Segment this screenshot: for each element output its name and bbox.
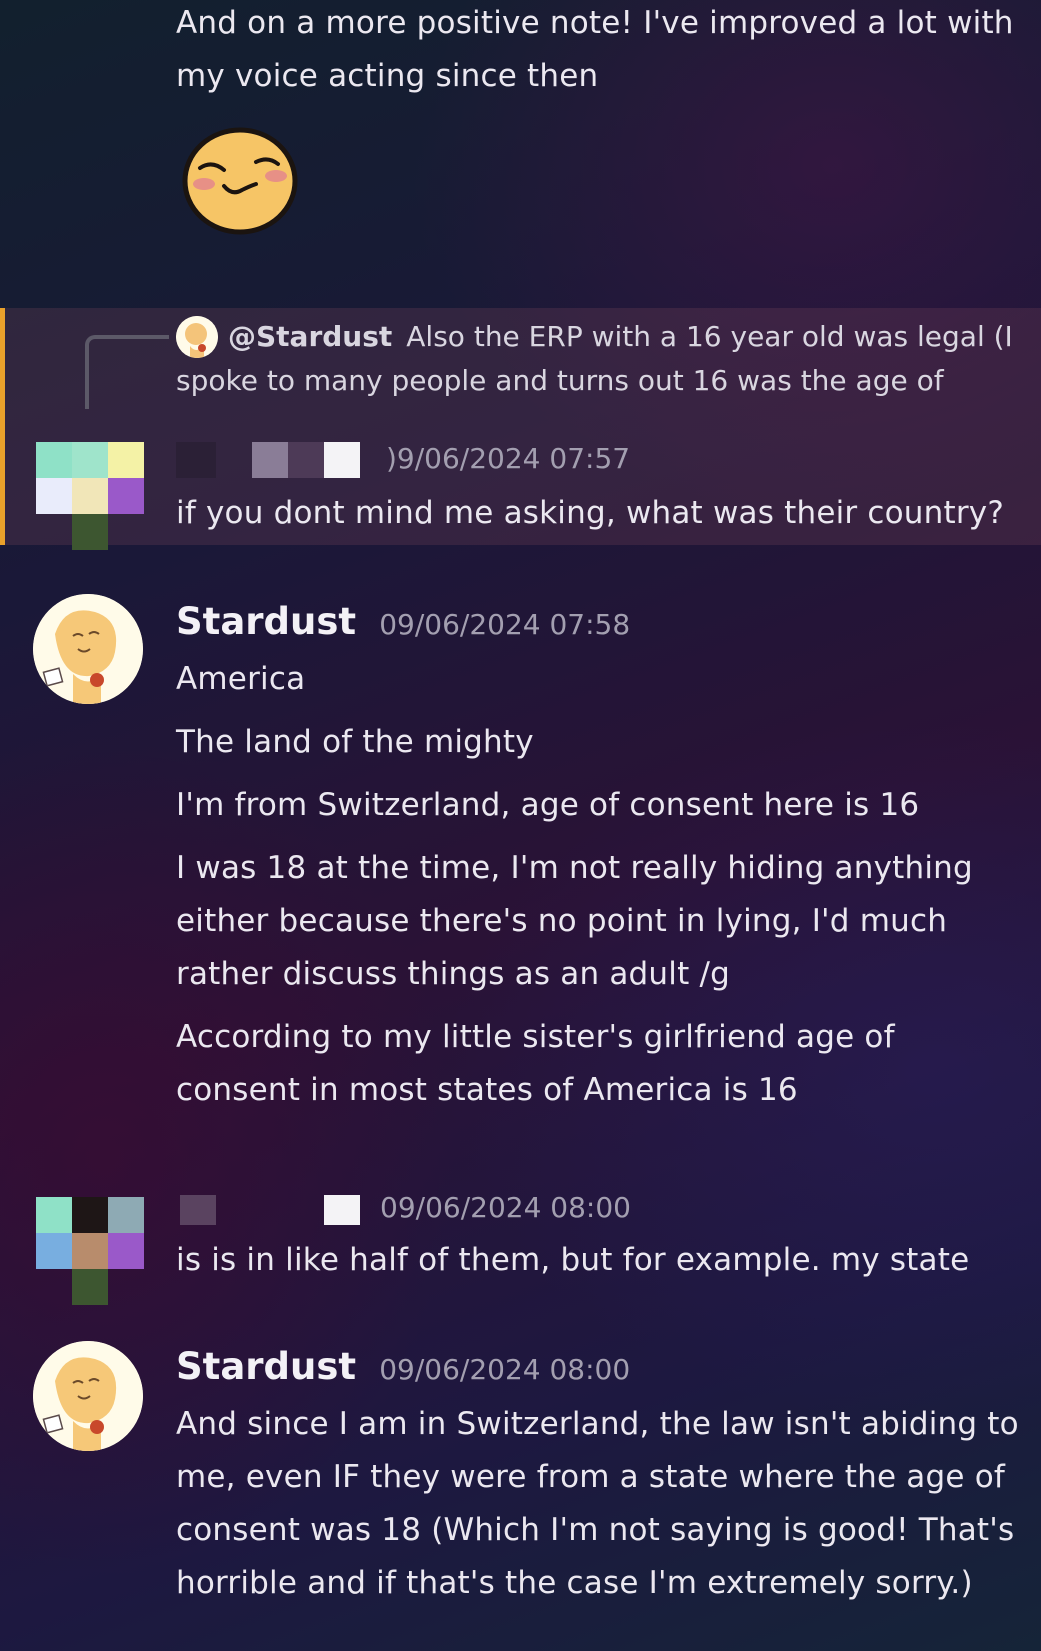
reply-avatar[interactable] bbox=[176, 316, 218, 358]
message-line: horrible and if that's the case I'm extr… bbox=[176, 1565, 973, 1601]
message-header: Stardust 09/06/2024 08:00 bbox=[176, 1345, 630, 1388]
timestamp[interactable]: 09/06/2024 08:00 bbox=[379, 1353, 630, 1386]
message-top: And on a more positive note! I've improv… bbox=[176, 0, 1014, 103]
reply-mention[interactable]: @Stardust bbox=[228, 314, 392, 360]
message-body: is is in like half of them, but for exam… bbox=[176, 1234, 969, 1287]
message-header: 09/06/2024 08:00 bbox=[176, 1191, 876, 1235]
message-line: I was 18 at the time, I'm not really hid… bbox=[176, 850, 973, 886]
message-line: The land of the mighty bbox=[176, 724, 534, 760]
blushing-smile-emoji[interactable] bbox=[180, 126, 300, 236]
message-line: me, even IF they were from a state where… bbox=[176, 1459, 1005, 1495]
message-body: America The land of the mighty I'm from … bbox=[176, 653, 1036, 1117]
message-body: if you dont mind me asking, what was the… bbox=[176, 487, 1004, 540]
message-line: America bbox=[176, 661, 306, 697]
message-line: my voice acting since then bbox=[176, 58, 599, 94]
reply-text-line2: spoke to many people and turns out 16 wa… bbox=[176, 364, 944, 397]
message-body: And since I am in Switzerland, the law i… bbox=[176, 1398, 1036, 1610]
mention-highlight-bar bbox=[0, 308, 5, 545]
timestamp[interactable]: )9/06/2024 07:57 bbox=[386, 442, 630, 475]
username-stardust[interactable]: Stardust bbox=[176, 600, 356, 643]
reply-preview[interactable]: @Stardust Also the ERP with a 16 year ol… bbox=[176, 314, 1026, 404]
avatar-stardust[interactable] bbox=[33, 594, 143, 704]
message-line: if you dont mind me asking, what was the… bbox=[176, 495, 1005, 531]
message-line: And since I am in Switzerland, the law i… bbox=[176, 1406, 1019, 1442]
avatar-redacted[interactable] bbox=[36, 442, 144, 550]
reply-text: Also the ERP with a 16 year old was lega… bbox=[406, 320, 1013, 353]
message-line: consent was 18 (Which I'm not saying is … bbox=[176, 1512, 1015, 1548]
message-header: Stardust 09/06/2024 07:58 bbox=[176, 600, 630, 643]
redacted-username bbox=[176, 442, 216, 478]
message-line: consent in most states of America is 16 bbox=[176, 1072, 798, 1108]
message-line: either because there's no point in lying… bbox=[176, 903, 948, 939]
message-line: I'm from Switzerland, age of consent her… bbox=[176, 787, 920, 823]
message-line: According to my little sister's girlfrie… bbox=[176, 1019, 895, 1055]
message-line: is is in like half of them, but for exam… bbox=[176, 1242, 970, 1278]
message-line: And on a more positive note! I've improv… bbox=[176, 5, 1014, 41]
avatar-redacted[interactable] bbox=[36, 1197, 144, 1305]
timestamp[interactable]: 09/06/2024 08:00 bbox=[380, 1191, 631, 1224]
message-header: )9/06/2024 07:57 bbox=[176, 442, 876, 486]
reply-spine bbox=[85, 335, 169, 409]
username-stardust[interactable]: Stardust bbox=[176, 1345, 356, 1388]
redacted-username bbox=[180, 1195, 216, 1225]
avatar-stardust[interactable] bbox=[33, 1341, 143, 1451]
timestamp[interactable]: 09/06/2024 07:58 bbox=[379, 608, 630, 641]
message-line: rather discuss things as an adult /g bbox=[176, 956, 731, 992]
